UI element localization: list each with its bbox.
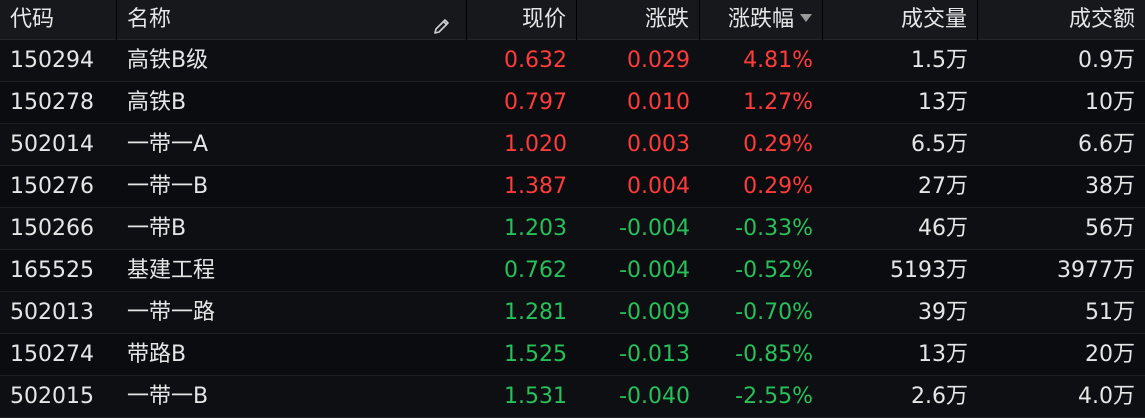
cell-change-pct: 0.29% xyxy=(743,174,813,199)
cell-code: 150278 xyxy=(10,90,94,115)
cell-name: 高铁B xyxy=(127,90,187,115)
cell-code: 150274 xyxy=(10,342,94,367)
cell-code: 150276 xyxy=(10,174,94,199)
cell-price: 1.020 xyxy=(504,132,567,157)
cell-amount: 6.6万 xyxy=(1078,132,1135,157)
cell-amount: 10万 xyxy=(1085,90,1135,115)
column-header-amount[interactable]: 成交额 xyxy=(978,0,1145,40)
cell-code: 150294 xyxy=(10,48,94,73)
cell-code: 502015 xyxy=(10,384,94,409)
cell-volume: 5193万 xyxy=(890,258,968,283)
table-row[interactable]: 502014 一带一A 1.020 0.003 0.29% 6.5万 6.6万 xyxy=(0,124,1145,166)
cell-price: 0.632 xyxy=(504,48,567,73)
column-header-volume[interactable]: 成交量 xyxy=(823,0,978,40)
cell-change-pct: 4.81% xyxy=(743,48,813,73)
cell-volume: 39万 xyxy=(918,300,968,325)
table-row[interactable]: 150278 高铁B 0.797 0.010 1.27% 13万 10万 xyxy=(0,82,1145,124)
table-row[interactable]: 150294 高铁B级 0.632 0.029 4.81% 1.5万 0.9万 xyxy=(0,40,1145,82)
cell-price: 1.525 xyxy=(504,342,567,367)
cell-price: 1.531 xyxy=(504,384,567,409)
cell-change-pct: -0.70% xyxy=(735,300,813,325)
cell-name: 一带一路 xyxy=(127,300,216,325)
cell-change: -0.004 xyxy=(619,258,690,283)
cell-amount: 56万 xyxy=(1085,216,1135,241)
cell-price: 0.762 xyxy=(504,258,567,283)
cell-volume: 46万 xyxy=(918,216,968,241)
cell-volume: 2.6万 xyxy=(911,384,968,409)
cell-volume: 27万 xyxy=(918,174,968,199)
cell-volume: 1.5万 xyxy=(911,48,968,73)
cell-code: 150266 xyxy=(10,216,94,241)
cell-change-pct: -0.85% xyxy=(735,342,813,367)
column-header-name-label: 名称 xyxy=(127,7,172,32)
cell-name: 一带一B xyxy=(127,174,209,199)
cell-volume: 13万 xyxy=(918,90,968,115)
cell-code: 165525 xyxy=(10,258,94,283)
column-header-code-label: 代码 xyxy=(10,7,55,32)
cell-name: 基建工程 xyxy=(127,258,216,283)
cell-change: 0.003 xyxy=(627,132,690,157)
cell-amount: 38万 xyxy=(1085,174,1135,199)
cell-change-pct: -0.52% xyxy=(735,258,813,283)
table-body: 150294 高铁B级 0.632 0.029 4.81% 1.5万 0.9万 150278 高… xyxy=(0,40,1145,418)
cell-name: 一带一B xyxy=(127,384,209,409)
cell-change: 0.029 xyxy=(627,48,690,73)
cell-volume: 13万 xyxy=(918,342,968,367)
cell-volume: 6.5万 xyxy=(911,132,968,157)
cell-price: 1.281 xyxy=(504,300,567,325)
cell-name: 高铁B级 xyxy=(127,48,209,73)
column-header-change-label: 涨跌 xyxy=(644,7,689,32)
cell-price: 1.387 xyxy=(504,174,567,199)
cell-amount: 3977万 xyxy=(1057,258,1135,283)
cell-change: -0.009 xyxy=(619,300,690,325)
column-header-change-pct-label: 涨跌幅 xyxy=(727,7,794,32)
cell-code: 502013 xyxy=(10,300,94,325)
quote-table: 代码 名称 现价 涨跌 涨跌幅 成交量 成交额 150294 高铁B级 0.632 xyxy=(0,0,1145,418)
cell-change: -0.013 xyxy=(619,342,690,367)
cell-change: -0.040 xyxy=(619,384,690,409)
column-header-name[interactable]: 名称 xyxy=(117,0,467,40)
cell-change: -0.004 xyxy=(619,216,690,241)
cell-name: 一带一A xyxy=(127,132,209,157)
cell-change-pct: -0.33% xyxy=(735,216,813,241)
column-header-change-pct[interactable]: 涨跌幅 xyxy=(700,0,823,40)
cell-name: 一带B xyxy=(127,216,187,241)
sort-desc-icon xyxy=(800,14,812,22)
cell-change: 0.010 xyxy=(627,90,690,115)
cell-name: 带路B xyxy=(127,342,187,367)
cell-amount: 4.0万 xyxy=(1078,384,1135,409)
cell-change-pct: 0.29% xyxy=(743,132,813,157)
column-header-price[interactable]: 现价 xyxy=(467,0,577,40)
column-header-code[interactable]: 代码 xyxy=(0,0,117,40)
cell-price: 0.797 xyxy=(504,90,567,115)
table-row[interactable]: 502015 一带一B 1.531 -0.040 -2.55% 2.6万 4.0万 xyxy=(0,376,1145,418)
cell-amount: 20万 xyxy=(1085,342,1135,367)
column-header-change[interactable]: 涨跌 xyxy=(577,0,700,40)
table-row[interactable]: 502013 一带一路 1.281 -0.009 -0.70% 39万 51万 xyxy=(0,292,1145,334)
cell-change-pct: -2.55% xyxy=(735,384,813,409)
cell-amount: 0.9万 xyxy=(1078,48,1135,73)
table-row[interactable]: 150266 一带B 1.203 -0.004 -0.33% 46万 56万 xyxy=(0,208,1145,250)
cell-amount: 51万 xyxy=(1085,300,1135,325)
cell-price: 1.203 xyxy=(504,216,567,241)
column-header-price-label: 现价 xyxy=(521,7,566,32)
table-row[interactable]: 150276 一带一B 1.387 0.004 0.29% 27万 38万 xyxy=(0,166,1145,208)
table-header: 代码 名称 现价 涨跌 涨跌幅 成交量 成交额 xyxy=(0,0,1145,40)
cell-change: 0.004 xyxy=(627,174,690,199)
column-header-amount-label: 成交额 xyxy=(1068,7,1135,32)
table-row[interactable]: 165525 基建工程 0.762 -0.004 -0.52% 5193万 3977万 xyxy=(0,250,1145,292)
column-header-volume-label: 成交量 xyxy=(900,7,967,32)
pencil-icon[interactable] xyxy=(432,10,452,34)
table-row[interactable]: 150274 带路B 1.525 -0.013 -0.85% 13万 20万 xyxy=(0,334,1145,376)
cell-code: 502014 xyxy=(10,132,94,157)
cell-change-pct: 1.27% xyxy=(743,90,813,115)
